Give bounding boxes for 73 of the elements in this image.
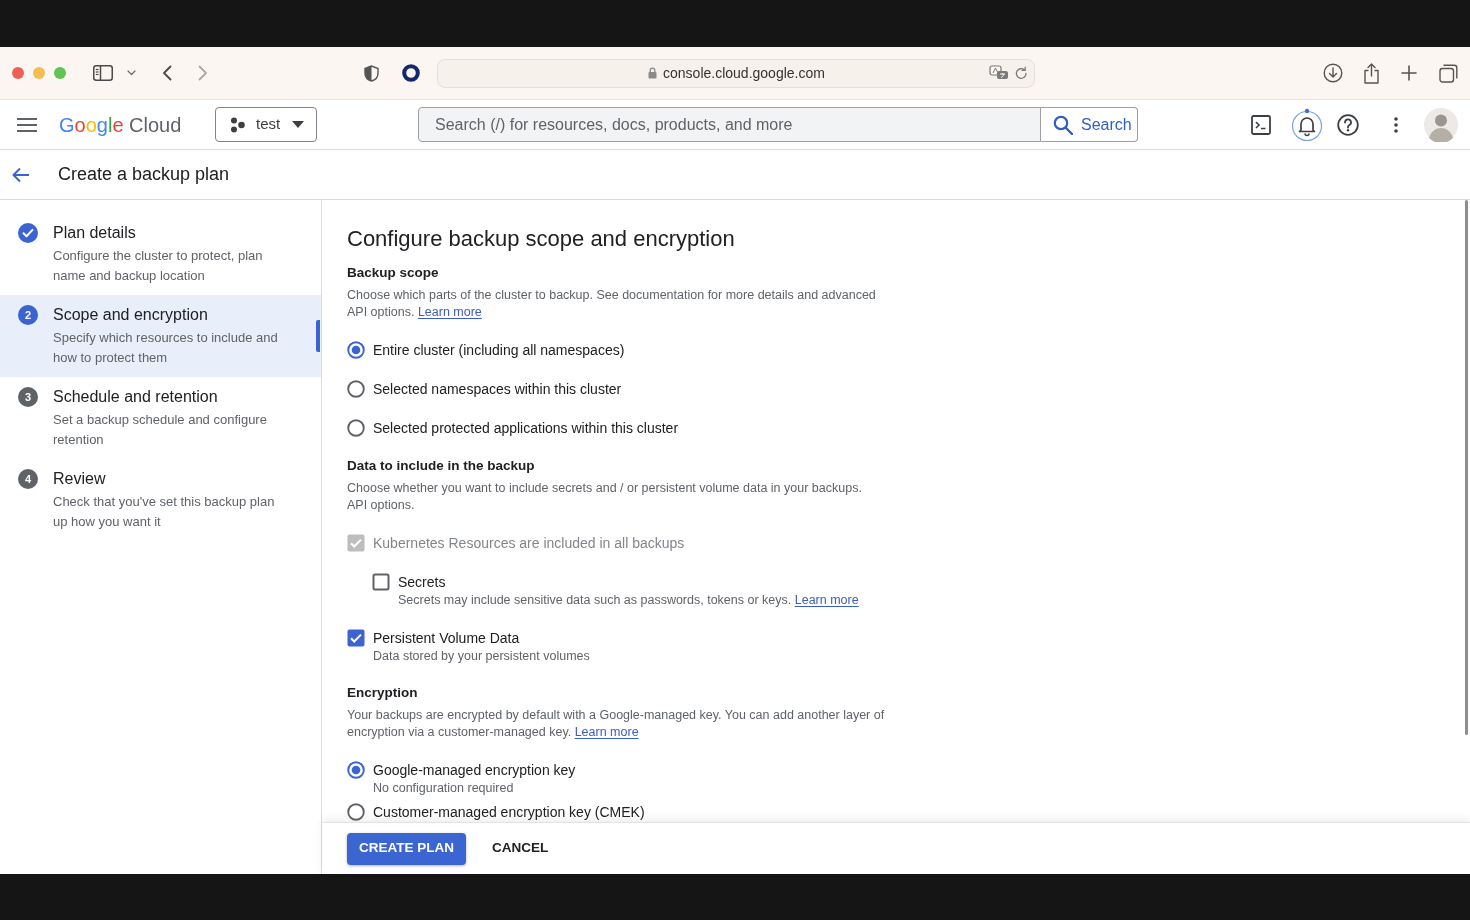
lock-icon xyxy=(648,67,658,79)
tabs-overview-icon[interactable] xyxy=(1439,63,1458,83)
ring-icon[interactable] xyxy=(402,64,420,82)
reload-icon[interactable] xyxy=(1015,66,1028,80)
share-icon[interactable] xyxy=(1363,62,1380,84)
project-picker[interactable]: test xyxy=(215,107,317,142)
google-cloud-logo[interactable]: Google Cloud xyxy=(59,112,182,137)
radio-label[interactable]: Selected protected applications within this cluster xyxy=(373,418,679,438)
notifications-icon[interactable] xyxy=(1291,107,1323,142)
radio-label[interactable]: Google-managed encryption key xyxy=(373,760,576,780)
step-description: Set a backup schedule and configure retention xyxy=(53,411,268,449)
step-description: Configure the cluster to protect, plan name and backup location xyxy=(53,247,264,285)
chevron-down-icon[interactable] xyxy=(127,70,136,76)
option-description: Data stored by your persistent volumes xyxy=(373,648,590,665)
step-item[interactable]: 4 Review Check that you've set this backup plan up how you want it xyxy=(0,459,321,541)
back-arrow-icon[interactable] xyxy=(12,166,30,183)
shield-icon[interactable] xyxy=(364,64,379,82)
checkbox-label[interactable]: Persistent Volume Data xyxy=(373,628,520,648)
translate-icon[interactable] xyxy=(989,65,1009,81)
step-title: Schedule and retention xyxy=(53,387,219,407)
option-description: No configuration required xyxy=(373,780,514,797)
step-number: 4 xyxy=(18,469,38,489)
sidebar-icon[interactable] xyxy=(93,65,113,81)
new-tab-icon[interactable] xyxy=(1401,65,1417,81)
section-heading: Data to include in the backup xyxy=(347,457,535,475)
active-step-indicator xyxy=(316,320,320,352)
url-text: console.cloud.google.com xyxy=(663,63,825,83)
option-description: Secrets may include sensitive data such as passwords, tokens or keys. Learn more xyxy=(398,592,859,609)
section-description: Choose which parts of the cluster to backup. See documentation for more details and advanced API options. Learn more xyxy=(347,287,877,321)
step-number: 2 xyxy=(18,305,38,325)
search-field[interactable]: Search (/) for resources, docs, products, and more xyxy=(418,107,1041,142)
learn-more-link[interactable]: Learn more xyxy=(574,725,639,739)
terminal-icon[interactable] xyxy=(1251,114,1271,135)
back-icon[interactable] xyxy=(162,65,172,81)
step-item[interactable]: 3 Schedule and retention Set a backup schedule and configure retention xyxy=(0,377,321,459)
radio-button[interactable] xyxy=(347,419,365,437)
section-heading: Encryption xyxy=(347,684,418,702)
step-description: Check that you've set this backup plan up how you want it xyxy=(53,493,276,531)
radio-label[interactable]: Selected namespaces within this cluster xyxy=(373,379,622,399)
step-number: 3 xyxy=(18,387,38,407)
caret-icon xyxy=(292,121,304,128)
step-title: Review xyxy=(53,469,107,489)
scrollbar-thumb[interactable] xyxy=(1465,200,1468,735)
create-plan-button[interactable]: CREATE PLAN xyxy=(347,832,466,865)
page-title: Create a backup plan xyxy=(58,163,230,186)
radio-button[interactable] xyxy=(347,380,365,398)
download-icon[interactable] xyxy=(1323,63,1343,83)
help-icon[interactable] xyxy=(1337,113,1359,136)
radio-label[interactable]: Entire cluster (including all namespaces) xyxy=(373,340,625,360)
section-heading: Backup scope xyxy=(347,264,439,282)
radio-button[interactable] xyxy=(347,803,365,821)
form-title: Configure backup scope and encryption xyxy=(347,225,736,253)
address-bar[interactable]: console.cloud.google.com xyxy=(437,58,1035,88)
step-title: Plan details xyxy=(53,223,137,243)
close-window-icon[interactable] xyxy=(12,67,24,79)
step-description: Specify which resources to include and how to protect them xyxy=(53,329,279,367)
radio-label[interactable]: Customer-managed encryption key (CMEK) xyxy=(373,802,645,822)
project-icon xyxy=(230,116,246,133)
avatar-icon[interactable] xyxy=(1424,107,1458,142)
section-description: Your backups are encrypted by default with a Google-managed key. You can add another layer of encryption via a customer-managed key. Learn more xyxy=(347,707,886,741)
step-item[interactable]: 2 Scope and encryption Specify which resources to include and how to protect them xyxy=(0,295,321,377)
search-icon xyxy=(1053,114,1073,135)
step-item[interactable]: Plan details Configure the cluster to protect, plan name and backup location xyxy=(0,213,321,295)
radio-button[interactable] xyxy=(347,761,365,779)
section-description: Choose whether you want to include secrets and / or persistent volume data in your backups. API options. xyxy=(347,480,863,514)
cancel-button[interactable]: CANCEL xyxy=(480,832,561,865)
menu-icon[interactable] xyxy=(17,117,37,132)
more-options-icon[interactable] xyxy=(1394,116,1398,133)
step-title: Scope and encryption xyxy=(53,305,209,325)
checkbox[interactable] xyxy=(347,629,365,647)
learn-more-link[interactable]: Learn more xyxy=(417,305,482,319)
radio-button[interactable] xyxy=(347,341,365,359)
search-button[interactable]: Search xyxy=(1041,107,1138,142)
